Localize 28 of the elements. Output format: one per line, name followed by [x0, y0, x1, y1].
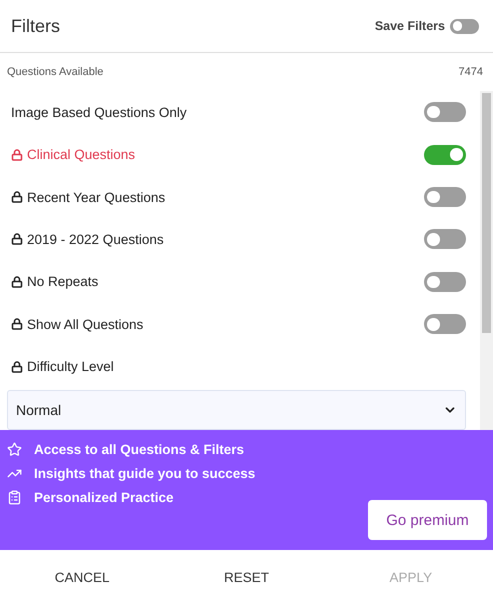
save-filters-label: Save Filters	[374, 19, 445, 33]
toggle-switch[interactable]	[424, 144, 466, 165]
filter-label: Show All Questions	[27, 316, 144, 332]
star-icon	[7, 442, 22, 457]
filter-label: 2019 - 2022 Questions	[27, 232, 164, 247]
toggle-switch[interactable]	[424, 272, 466, 292]
questions-count: 7474	[458, 66, 483, 78]
feature-text: Access to all Questions & Filters	[34, 442, 244, 457]
toggle-switch[interactable]	[424, 229, 466, 250]
toggle-switch[interactable]	[424, 314, 466, 334]
footer-button[interactable]: CANCEL	[44, 564, 120, 591]
feature-text: Insights that guide you to success	[34, 466, 256, 481]
filter-label: Image Based Questions Only	[11, 104, 187, 120]
scrollbar[interactable]	[480, 91, 493, 430]
toggle-switch[interactable]	[450, 18, 479, 34]
filter-label: No Repeats	[27, 274, 98, 290]
filter-label: Recent Year Questions	[27, 190, 166, 205]
footer-button[interactable]: RESET	[214, 564, 279, 591]
toggle-switch[interactable]	[424, 102, 466, 122]
questions-available-label: Questions Available	[7, 66, 104, 78]
panel-title: Filters	[11, 16, 60, 36]
difficulty-select[interactable]: Normal	[7, 390, 466, 430]
clipboard-icon	[7, 490, 22, 505]
feature-text: Personalized Practice	[34, 490, 174, 505]
toggle-switch[interactable]	[424, 187, 466, 208]
go-premium-button[interactable]: Go premium	[368, 500, 487, 540]
filter-label: Clinical Questions	[27, 147, 136, 162]
difficulty-label: Difficulty Level	[27, 359, 114, 374]
